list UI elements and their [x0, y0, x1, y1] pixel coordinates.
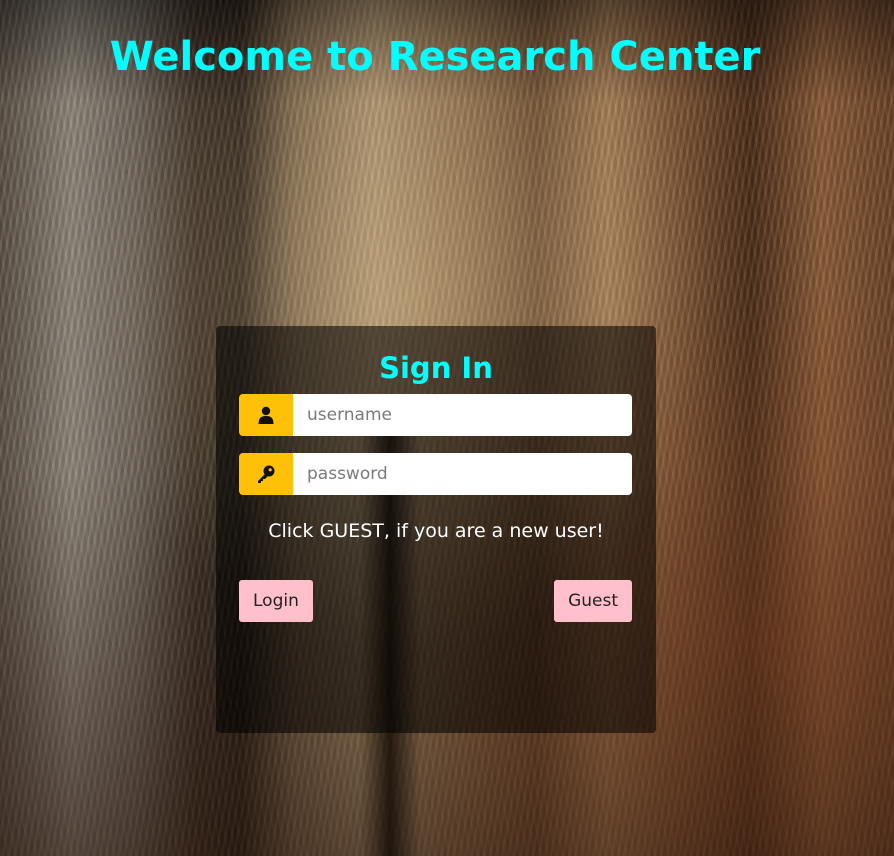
- user-icon: [239, 394, 293, 436]
- sign-in-card: Sign In Click GUEST, if you are a new us: [216, 326, 656, 733]
- username-group: [239, 394, 632, 436]
- sign-in-heading: Sign In: [379, 351, 493, 385]
- new-user-hint: Click GUEST, if you are a new user!: [268, 520, 604, 542]
- page-title: Welcome to Research Center: [109, 34, 761, 80]
- key-icon: [239, 453, 293, 495]
- page: Welcome to Research Center Sign In usern…: [0, 0, 894, 856]
- login-button[interactable]: Login: [239, 580, 313, 622]
- username-input[interactable]: [293, 394, 632, 436]
- guest-button[interactable]: Guest: [554, 580, 632, 622]
- password-group: [239, 453, 632, 495]
- password-input[interactable]: [293, 453, 632, 495]
